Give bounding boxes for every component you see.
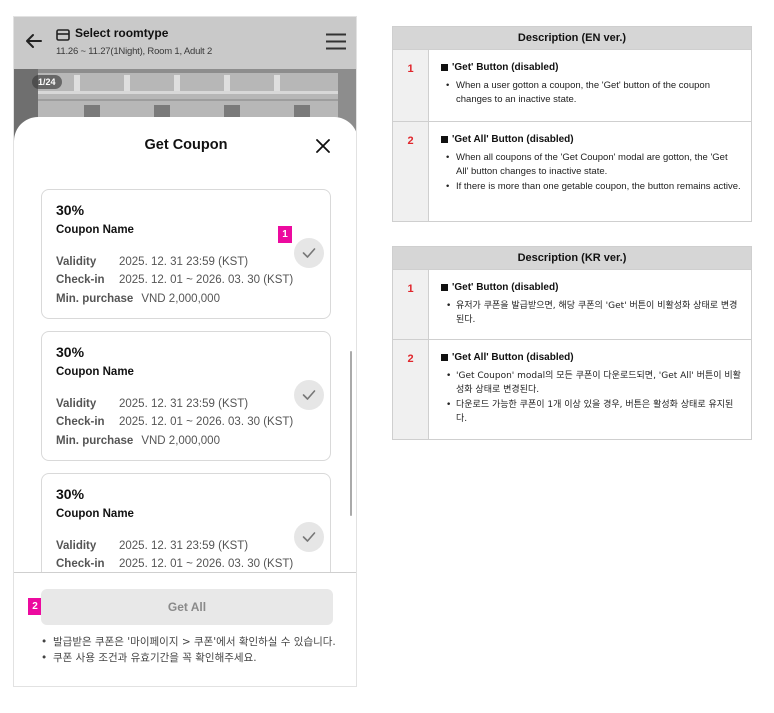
item-line: When a user gotton a coupon, the 'Get' b… — [441, 79, 741, 107]
get-button-disabled[interactable] — [294, 238, 324, 268]
page-title: Select roomtype — [75, 26, 169, 40]
table-header: Description (EN ver.) — [392, 26, 752, 50]
modal-footer: 2 Get All 발급받은 쿠폰은 '마이페이지 > 쿠폰'에서 확인하실 수… — [14, 572, 356, 686]
bullet-square-icon — [441, 354, 448, 361]
back-arrow-icon[interactable] — [24, 31, 44, 51]
item-number: 1 — [392, 49, 429, 122]
coupon-card: 30% Coupon Name Validity 2025. 12. 31 23:… — [41, 473, 331, 572]
get-button-disabled[interactable] — [294, 522, 324, 552]
annotation-marker-1: 1 — [278, 226, 292, 243]
annotation-marker-2: 2 — [28, 598, 42, 615]
coupon-list[interactable]: 30% Coupon Name Validity 2025. 12. 31 23:… — [14, 187, 356, 572]
coupon-name: Coupon Name — [56, 366, 134, 378]
item-line: 유저가 쿠폰을 발급받으면, 해당 쿠폰의 'Get' 버튼이 비활성화 상태로… — [441, 299, 741, 327]
item-line: If there is more than one getable coupon… — [441, 180, 741, 194]
coupon-validity: Validity 2025. 12. 31 23:59 (KST) — [56, 540, 249, 552]
coupon-discount: 30% — [56, 486, 85, 502]
note-item: 쿠폰 사용 조건과 유효기간을 꼭 확인해주세요. — [40, 651, 340, 665]
description-table-kr: Description (KR ver.) 1 'Get' Button (di… — [392, 246, 752, 440]
item-title: 'Get All' Button (disabled) — [441, 134, 741, 145]
description-table-en: Description (EN ver.) 1 'Get' Button (di… — [392, 26, 752, 222]
photo-counter: 1/24 — [32, 75, 62, 89]
bullet-square-icon — [441, 136, 448, 143]
modal-title: Get Coupon — [144, 137, 228, 153]
coupon-validity: Validity 2025. 12. 31 23:59 (KST) — [56, 256, 249, 268]
coupon-discount: 30% — [56, 344, 85, 360]
get-all-button-disabled[interactable]: Get All — [41, 589, 333, 625]
get-coupon-modal: Get Coupon 30% Coupon Name Validity 2025.… — [14, 117, 356, 686]
check-icon — [302, 390, 316, 400]
item-title: 'Get All' Button (disabled) — [441, 352, 741, 363]
check-icon — [302, 532, 316, 542]
coupon-name: Coupon Name — [56, 224, 134, 236]
bullet-square-icon — [441, 64, 448, 71]
table-header: Description (KR ver.) — [392, 246, 752, 270]
get-button-disabled[interactable] — [294, 380, 324, 410]
coupon-checkin: Check-in 2025. 12. 01 ~ 2026. 03. 30 (KST… — [56, 558, 294, 570]
check-icon — [302, 248, 316, 258]
item-title: 'Get' Button (disabled) — [441, 62, 741, 73]
item-line: 다운로드 가능한 쿠폰이 1개 이상 있을 경우, 버튼은 활성화 상태로 유지… — [441, 398, 741, 426]
hamburger-menu-icon[interactable] — [326, 33, 346, 50]
coupon-card: 30% Coupon Name Validity 2025. 12. 31 23:… — [41, 331, 331, 461]
item-line: 'Get Coupon' modal의 모든 쿠폰이 다운로드되면, 'Get … — [441, 369, 741, 397]
room-icon — [56, 29, 70, 41]
item-title: 'Get' Button (disabled) — [441, 282, 741, 293]
scrollbar[interactable] — [350, 351, 352, 516]
close-icon[interactable] — [316, 139, 330, 153]
coupon-validity: Validity 2025. 12. 31 23:59 (KST) — [56, 398, 249, 410]
note-item: 발급받은 쿠폰은 '마이페이지 > 쿠폰'에서 확인하실 수 있습니다. — [40, 635, 340, 649]
item-number: 2 — [392, 339, 429, 440]
coupon-card: 30% Coupon Name Validity 2025. 12. 31 23:… — [41, 189, 331, 319]
booking-summary: 11.26 ~ 11.27(1Night), Room 1, Adult 2 — [56, 46, 213, 57]
coupon-notes: 발급받은 쿠폰은 '마이페이지 > 쿠폰'에서 확인하실 수 있습니다. 쿠폰 … — [40, 635, 340, 667]
coupon-min-purchase: Min. purchase VND 2,000,000 — [56, 293, 220, 305]
item-number: 2 — [392, 121, 429, 222]
phone-screen: Select roomtype 11.26 ~ 11.27(1Night), R… — [13, 16, 357, 687]
coupon-min-purchase: Min. purchase VND 2,000,000 — [56, 435, 220, 447]
coupon-name: Coupon Name — [56, 508, 134, 520]
coupon-checkin: Check-in 2025. 12. 01 ~ 2026. 03. 30 (KST… — [56, 274, 294, 286]
bullet-square-icon — [441, 284, 448, 291]
coupon-discount: 30% — [56, 202, 85, 218]
app-header: Select roomtype 11.26 ~ 11.27(1Night), R… — [14, 17, 356, 69]
item-line: When all coupons of the 'Get Coupon' mod… — [441, 151, 741, 179]
coupon-checkin: Check-in 2025. 12. 01 ~ 2026. 03. 30 (KST… — [56, 416, 294, 428]
item-number: 1 — [392, 269, 429, 340]
